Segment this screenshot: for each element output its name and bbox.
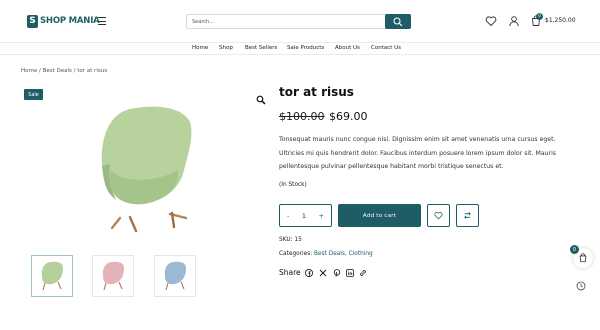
add-to-cart-button[interactable]: Add to cart	[338, 204, 421, 227]
wishlist-icon	[434, 212, 443, 220]
breadcrumb[interactable]: Home / Best Deals / tor at risus	[21, 68, 107, 74]
pinterest-icon[interactable]	[333, 269, 341, 277]
quantity-stepper: - 1 +	[279, 204, 332, 227]
floating-cart-count: 0	[570, 245, 579, 254]
nav-shop[interactable]: Shop	[219, 45, 233, 51]
wishlist-button[interactable]	[427, 204, 450, 227]
nav-home[interactable]: Home	[192, 45, 208, 51]
categories-label: Categories:	[279, 251, 313, 257]
search-input[interactable]	[187, 15, 385, 28]
facebook-icon[interactable]	[305, 269, 313, 277]
cart-count-badge: 0	[536, 13, 543, 20]
thumbnail-image	[164, 261, 186, 291]
nav-contact-us[interactable]: Contact Us	[371, 45, 401, 51]
qty-value[interactable]: 1	[302, 212, 306, 220]
x-icon[interactable]	[319, 269, 327, 277]
user-icon[interactable]	[508, 15, 520, 27]
price-original: $100.00	[279, 110, 325, 123]
thumbnail-pink[interactable]	[92, 255, 134, 297]
hamburger-icon[interactable]	[98, 17, 106, 25]
site-header: S SHOP MANIA 0 $1,250.00	[0, 0, 600, 43]
stock-status: (In Stock)	[279, 182, 307, 188]
sku: SKU: 15	[279, 237, 302, 243]
nav-about-us[interactable]: About Us	[335, 45, 360, 51]
nav-best-sellers[interactable]: Best Sellers	[245, 45, 277, 51]
thumbnail-blue[interactable]	[154, 255, 196, 297]
thumbnail-image	[102, 261, 124, 291]
qty-decrease-button[interactable]: -	[287, 212, 289, 220]
price-sale: $69.00	[329, 110, 368, 123]
share-label: Share	[279, 268, 301, 277]
product-main-image[interactable]	[92, 100, 196, 234]
search-icon	[393, 16, 403, 26]
logo-mark: S	[27, 14, 38, 28]
zoom-icon[interactable]	[256, 95, 266, 105]
thumbnail-green[interactable]	[31, 255, 73, 297]
heart-icon[interactable]	[485, 15, 497, 27]
nav-sale-products[interactable]: Sale Products	[287, 45, 324, 51]
product-description: Tonsequat mauris nunc congue nisi. Digni…	[279, 136, 557, 170]
product-title: tor at risus	[279, 85, 354, 99]
sku-label: SKU:	[279, 237, 293, 243]
cart-icon	[579, 253, 587, 263]
sale-badge: Sale	[24, 89, 43, 100]
categories: Categories: Best Deals, Clothing	[279, 251, 373, 257]
link-icon[interactable]	[359, 269, 367, 277]
linkedin-icon[interactable]	[346, 269, 354, 277]
compare-button[interactable]	[456, 204, 479, 227]
main-nav: Home Shop Best Sellers Sale Products Abo…	[0, 44, 600, 55]
compare-icon	[464, 212, 471, 219]
cart-total[interactable]: $1,250.00	[545, 17, 576, 24]
history-icon[interactable]	[576, 281, 586, 291]
sku-value: 15	[294, 237, 302, 243]
search-button[interactable]	[385, 14, 411, 29]
search-bar	[186, 14, 411, 29]
categories-links[interactable]: Best Deals, Clothing	[314, 251, 373, 257]
logo-text: SHOP MANIA	[40, 16, 100, 26]
logo[interactable]: S SHOP MANIA	[27, 14, 100, 28]
qty-increase-button[interactable]: +	[319, 212, 324, 220]
thumbnail-image	[41, 261, 63, 291]
